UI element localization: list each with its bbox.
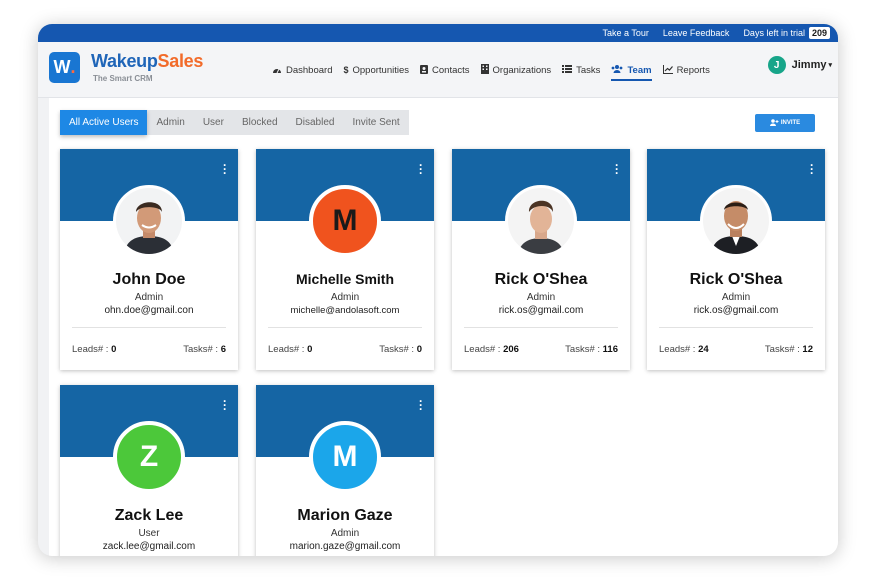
- avatar: J: [767, 56, 786, 74]
- leads-count: Leads# : 24: [659, 344, 709, 355]
- tab-blocked[interactable]: Blocked: [233, 110, 287, 135]
- leave-feedback-link[interactable]: Leave Feedback: [663, 28, 730, 38]
- brand-tagline: The Smart CRM: [93, 74, 153, 83]
- team-member-card[interactable]: · · · Z Zack Lee User zack.lee@gmail.com: [60, 385, 238, 556]
- add-user-icon: [769, 118, 779, 128]
- divider: [464, 327, 618, 328]
- tasks-count: Tasks# : 12: [764, 344, 813, 355]
- user-name: Jimmy: [791, 59, 827, 71]
- nav-item-opportunities[interactable]: $ Opportunities: [343, 42, 409, 98]
- team-member-card[interactable]: · · · Rick O'Shea Admin rick.os@gmail.com …: [452, 149, 630, 370]
- tab-all-active-users[interactable]: All Active Users: [60, 110, 148, 135]
- member-email: ohn.doe@gmail.con: [104, 305, 194, 316]
- member-name: Michelle Smith: [295, 271, 395, 287]
- tasks-count: Tasks# : 6: [183, 344, 226, 355]
- brand-logo-icon[interactable]: W.: [49, 52, 80, 83]
- member-email: zack.lee@gmail.com: [102, 541, 196, 552]
- avatar: M: [309, 185, 381, 257]
- user-menu[interactable]: J Jimmy ▾: [767, 56, 832, 74]
- team-member-card[interactable]: · · · M Marion Gaze Admin marion.gaze@gmai…: [256, 385, 434, 556]
- building-icon: [480, 64, 489, 76]
- member-email: marion.gaze@gmail.com: [289, 541, 401, 552]
- more-vert-icon[interactable]: · · ·: [223, 395, 227, 415]
- more-vert-icon[interactable]: · · ·: [223, 159, 227, 179]
- dashboard-icon: [272, 65, 282, 76]
- member-role: Admin: [330, 528, 360, 539]
- tab-invite-sent[interactable]: Invite Sent: [343, 110, 408, 135]
- member-name: Rick O'Shea: [689, 271, 783, 288]
- tab-disabled[interactable]: Disabled: [287, 110, 344, 135]
- member-role: Admin: [134, 292, 164, 303]
- tab-user[interactable]: User: [194, 110, 233, 135]
- main-header: W. WakeupSales The Smart CRM Dashboard $…: [38, 42, 838, 98]
- avatar: [505, 185, 577, 257]
- top-utility-bar: Take a Tour Leave Feedback Days left in …: [38, 24, 838, 42]
- trial-label: Days left in trial: [743, 28, 805, 38]
- tasks-count: Tasks# : 0: [379, 344, 422, 355]
- contact-card-icon: [420, 64, 429, 76]
- member-email: michelle@andolasoft.com: [290, 305, 400, 316]
- avatar: Z: [113, 421, 185, 493]
- nav-item-organizations[interactable]: Organizations: [480, 42, 551, 98]
- member-role: Admin: [526, 292, 556, 303]
- nav-item-team[interactable]: Team: [611, 42, 652, 98]
- tab-admin[interactable]: Admin: [147, 110, 193, 135]
- team-member-card[interactable]: · · · Rick O'Shea Admin rick.os@gmail.com …: [647, 149, 825, 370]
- nav-item-dashboard[interactable]: Dashboard: [272, 42, 332, 98]
- nav-item-reports[interactable]: Reports: [662, 42, 710, 98]
- divider: [72, 327, 226, 328]
- team-member-card[interactable]: · · · John Doe Admin ohn.doe@gmail.con Lea…: [60, 149, 238, 370]
- avatar: M: [309, 421, 381, 493]
- member-name: Marion Gaze: [297, 507, 393, 524]
- divider: [659, 327, 813, 328]
- member-role: User: [138, 528, 160, 539]
- more-vert-icon[interactable]: · · ·: [419, 159, 423, 179]
- member-role: Admin: [721, 292, 751, 303]
- app-window: Take a Tour Leave Feedback Days left in …: [38, 24, 838, 556]
- tasks-count: Tasks# : 116: [565, 344, 618, 355]
- more-vert-icon[interactable]: · · ·: [419, 395, 423, 415]
- dollar-icon: $: [343, 65, 349, 75]
- chart-line-icon: [662, 64, 673, 76]
- user-filter-tabs: All Active Users Admin User Blocked Disa…: [60, 110, 409, 135]
- leads-count: Leads# : 206: [464, 344, 519, 355]
- team-icon: [611, 65, 623, 75]
- member-email: rick.os@gmail.com: [498, 305, 584, 316]
- brand-name[interactable]: WakeupSales: [91, 51, 203, 72]
- member-name: Rick O'Shea: [494, 271, 588, 288]
- team-member-card[interactable]: · · · M Michelle Smith Admin michelle@ando…: [256, 149, 434, 370]
- trial-days-badge: 209: [808, 27, 830, 39]
- list-icon: [562, 65, 573, 75]
- more-vert-icon[interactable]: · · ·: [615, 159, 619, 179]
- take-tour-link[interactable]: Take a Tour: [603, 28, 649, 38]
- nav-item-contacts[interactable]: Contacts: [420, 42, 470, 98]
- invite-button[interactable]: INVITE: [755, 114, 815, 132]
- chevron-down-icon: ▾: [828, 62, 832, 69]
- leads-count: Leads# : 0: [268, 344, 313, 355]
- more-vert-icon[interactable]: · · ·: [810, 159, 814, 179]
- member-name: John Doe: [112, 271, 186, 288]
- nav-item-tasks[interactable]: Tasks: [562, 42, 600, 98]
- member-role: Admin: [330, 292, 360, 303]
- avatar: [700, 185, 772, 257]
- avatar: [113, 185, 185, 257]
- member-email: rick.os@gmail.com: [693, 305, 779, 316]
- team-content: All Active Users Admin User Blocked Disa…: [49, 98, 838, 556]
- divider: [268, 327, 422, 328]
- member-name: Zack Lee: [114, 507, 184, 524]
- leads-count: Leads# : 0: [72, 344, 117, 355]
- main-nav: Dashboard $ Opportunities Contacts Organ…: [272, 42, 721, 98]
